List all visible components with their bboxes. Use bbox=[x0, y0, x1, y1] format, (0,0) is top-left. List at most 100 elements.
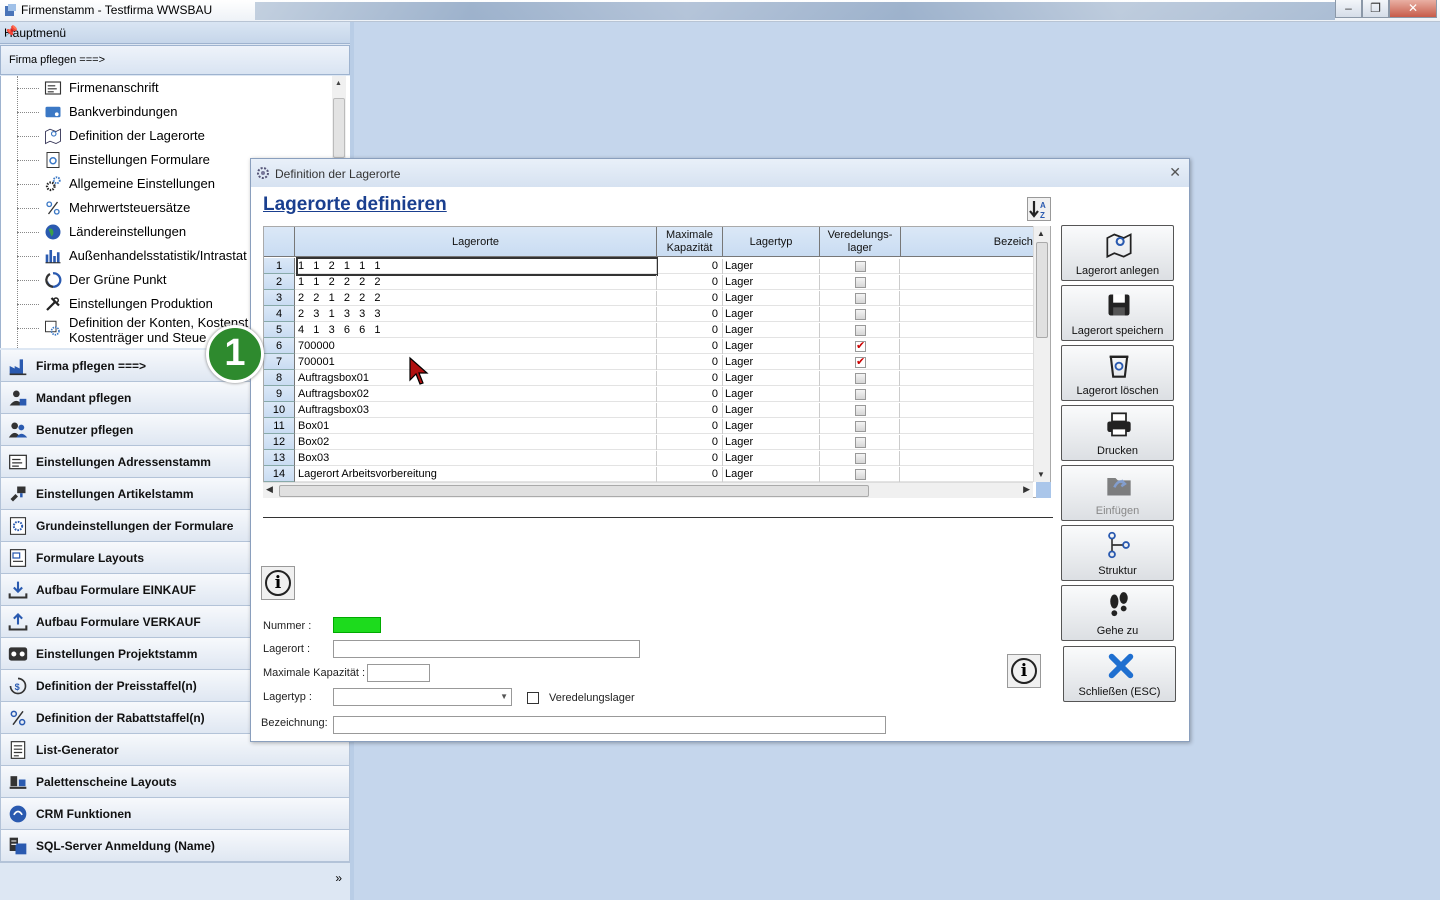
cell-veredelung[interactable] bbox=[819, 275, 900, 290]
row-number[interactable]: 10 bbox=[264, 402, 295, 418]
table-row[interactable]: 9 Auftragsbox02 0 Lager bbox=[264, 386, 1034, 402]
veredelung-checkbox[interactable] bbox=[855, 293, 866, 304]
cell-veredelung[interactable] bbox=[819, 467, 900, 482]
schließen-esc-button[interactable]: Schließen (ESC) bbox=[1063, 646, 1176, 702]
table-row[interactable]: 1 1 1 2 1 1 1 0 Lager bbox=[264, 257, 1034, 276]
table-row[interactable]: 8 Auftragsbox01 0 Lager bbox=[264, 370, 1034, 386]
cell-kapazitaet[interactable]: 0 bbox=[656, 451, 721, 466]
close-window-button[interactable]: ✕ bbox=[1389, 0, 1437, 18]
veredelung-checkbox[interactable] bbox=[855, 389, 866, 400]
veredelung-checkbox[interactable] bbox=[855, 339, 866, 352]
veredelungslager-checkbox[interactable] bbox=[527, 692, 539, 704]
row-number[interactable]: 11 bbox=[264, 418, 295, 434]
cell-veredelung[interactable] bbox=[819, 419, 900, 434]
struktur-button[interactable]: Struktur bbox=[1061, 525, 1174, 581]
scroll-down-icon[interactable]: ▼ bbox=[1037, 470, 1045, 479]
cell-veredelung[interactable] bbox=[819, 403, 900, 418]
column-header-kapazitaet[interactable]: Maximale Kapazität bbox=[657, 227, 723, 257]
cell-kapazitaet[interactable]: 0 bbox=[656, 307, 721, 322]
kapazitaet-input[interactable] bbox=[367, 664, 430, 682]
scroll-left-icon[interactable]: ◀ bbox=[266, 484, 273, 495]
cell-veredelung[interactable] bbox=[819, 323, 900, 338]
cell-lagerort[interactable]: Auftragsbox01 bbox=[298, 371, 656, 385]
cell-lagertyp[interactable]: Lager bbox=[722, 291, 819, 306]
table-row[interactable]: 10 Auftragsbox03 0 Lager bbox=[264, 402, 1034, 418]
cell-kapazitaet[interactable]: 0 bbox=[656, 371, 721, 386]
grid-hscroll-thumb[interactable] bbox=[279, 485, 869, 497]
cell-lagertyp[interactable]: Lager bbox=[722, 259, 819, 274]
tree-item[interactable]: Bankverbindungen bbox=[17, 101, 347, 123]
table-row[interactable]: 7 700001 0 Lager bbox=[264, 354, 1034, 370]
cell-veredelung[interactable] bbox=[819, 339, 900, 354]
cell-veredelung[interactable] bbox=[819, 291, 900, 306]
row-number[interactable]: 2 bbox=[264, 274, 295, 290]
pin-icon[interactable]: 📌 bbox=[4, 25, 346, 38]
veredelung-checkbox[interactable] bbox=[855, 325, 866, 336]
cell-lagertyp[interactable]: Lager bbox=[722, 355, 819, 370]
table-row[interactable]: 4 2 3 1 3 3 3 0 Lager bbox=[264, 306, 1034, 322]
cell-lagerort[interactable]: Auftragsbox02 bbox=[298, 387, 656, 401]
cell-lagerort[interactable]: 4 1 3 6 6 1 bbox=[298, 323, 656, 337]
veredelung-checkbox[interactable] bbox=[855, 469, 866, 480]
cell-veredelung[interactable] bbox=[819, 435, 900, 450]
veredelung-checkbox[interactable] bbox=[855, 405, 866, 416]
table-row[interactable]: 14 Lagerort Arbeitsvorbereitung 0 Lager bbox=[264, 466, 1034, 482]
cell-lagertyp[interactable]: Lager bbox=[722, 403, 819, 418]
info-button-right[interactable]: i bbox=[1007, 654, 1041, 688]
scroll-right-icon[interactable]: ▶ bbox=[1023, 484, 1030, 495]
lagertyp-select[interactable]: ▼ bbox=[333, 688, 512, 706]
cell-veredelung[interactable] bbox=[819, 387, 900, 402]
cell-kapazitaet[interactable]: 0 bbox=[656, 435, 721, 450]
gehe-zu-button[interactable]: Gehe zu bbox=[1061, 585, 1174, 641]
row-number[interactable]: 9 bbox=[264, 386, 295, 402]
grid-horizontal-scrollbar[interactable]: ◀ ▶ bbox=[263, 482, 1033, 498]
row-number[interactable]: 7 bbox=[264, 354, 295, 370]
column-header-lagertyp[interactable]: Lagertyp bbox=[723, 227, 820, 257]
veredelung-checkbox[interactable] bbox=[855, 309, 866, 320]
cell-kapazitaet[interactable]: 0 bbox=[656, 259, 721, 274]
cell-veredelung[interactable] bbox=[819, 371, 900, 386]
row-number[interactable]: 5 bbox=[264, 322, 295, 338]
einfügen-button[interactable]: Einfügen bbox=[1061, 465, 1174, 521]
column-header-bezeichnung[interactable]: Bezeichn bbox=[901, 227, 1041, 257]
scroll-up-icon[interactable]: ▲ bbox=[1037, 229, 1045, 238]
cell-lagertyp[interactable]: Lager bbox=[722, 275, 819, 290]
lagerort-input[interactable] bbox=[333, 640, 640, 658]
row-number[interactable]: 1 bbox=[264, 258, 295, 274]
cell-lagertyp[interactable]: Lager bbox=[722, 419, 819, 434]
maximize-button[interactable]: ❐ bbox=[1362, 0, 1389, 18]
info-button-left[interactable]: i bbox=[261, 566, 295, 600]
grid-vscroll-thumb[interactable] bbox=[1036, 242, 1048, 338]
table-row[interactable]: 3 2 2 1 2 2 2 0 Lager bbox=[264, 290, 1034, 306]
cell-kapazitaet[interactable]: 0 bbox=[656, 339, 721, 354]
table-row[interactable]: 12 Box02 0 Lager bbox=[264, 434, 1034, 450]
cell-veredelung[interactable] bbox=[819, 259, 900, 274]
lagerort-anlegen-button[interactable]: Lagerort anlegen bbox=[1061, 225, 1174, 281]
cell-veredelung[interactable] bbox=[819, 307, 900, 322]
cell-veredelung[interactable] bbox=[819, 355, 900, 370]
cell-kapazitaet[interactable]: 0 bbox=[656, 403, 721, 418]
cell-kapazitaet[interactable]: 0 bbox=[656, 291, 721, 306]
table-row[interactable]: 5 4 1 3 6 6 1 0 Lager bbox=[264, 322, 1034, 338]
cell-lagertyp[interactable]: Lager bbox=[722, 467, 819, 482]
row-number[interactable]: 12 bbox=[264, 434, 295, 450]
lagerort-speichern-button[interactable]: Lagerort speichern bbox=[1061, 285, 1174, 341]
tree-item[interactable]: Definition der Lagerorte bbox=[17, 125, 347, 147]
minimize-button[interactable]: ‒ bbox=[1335, 0, 1362, 18]
cell-kapazitaet[interactable]: 0 bbox=[656, 419, 721, 434]
veredelung-checkbox[interactable] bbox=[855, 261, 866, 272]
cell-lagertyp[interactable]: Lager bbox=[722, 323, 819, 338]
more-chevron-icon[interactable]: » bbox=[335, 871, 342, 885]
veredelung-checkbox[interactable] bbox=[855, 421, 866, 432]
column-header-lagerorte[interactable]: Lagerorte bbox=[295, 227, 657, 257]
cell-kapazitaet[interactable]: 0 bbox=[656, 467, 721, 482]
row-number[interactable]: 3 bbox=[264, 290, 295, 306]
veredelung-checkbox[interactable] bbox=[855, 355, 866, 368]
bezeichnung-input[interactable] bbox=[333, 716, 886, 734]
veredelung-checkbox[interactable] bbox=[855, 277, 866, 288]
cell-lagerort[interactable]: Box01 bbox=[298, 419, 656, 433]
veredelung-checkbox[interactable] bbox=[855, 437, 866, 448]
cell-lagerort[interactable]: Lagerort Arbeitsvorbereitung bbox=[298, 467, 656, 481]
cell-lagerort[interactable]: Auftragsbox03 bbox=[298, 403, 656, 417]
nav-item[interactable]: SQL-Server Anmeldung (Name) bbox=[0, 830, 350, 862]
